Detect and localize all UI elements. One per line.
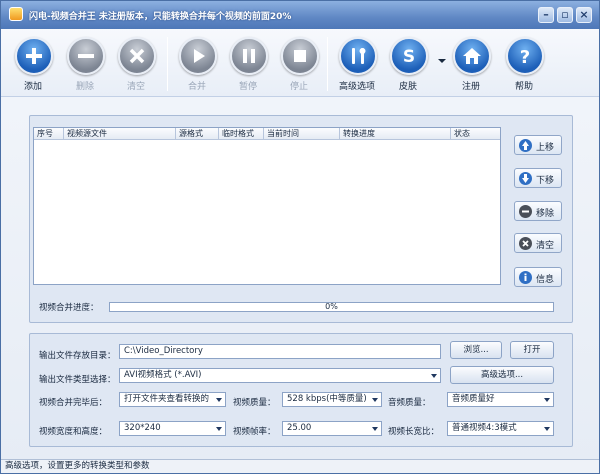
merge-progress-text: 0%	[325, 302, 338, 311]
window-title: 闪电-视频合并王 未注册版本，只能转换合并每个视频的前面20%	[29, 12, 292, 22]
skin-button[interactable]: S 皮肤	[382, 35, 434, 97]
column-header[interactable]: 当前时间	[264, 128, 340, 140]
register-label: 注册	[461, 82, 480, 92]
info-icon	[519, 271, 532, 284]
after-merge-select[interactable]: 打开文件夹查看转换的	[119, 392, 226, 407]
output-type-label: 输出文件类型选择：	[39, 375, 116, 385]
minimize-button[interactable]: –	[538, 7, 554, 23]
home-icon	[453, 37, 491, 75]
help-button[interactable]: ? 帮助	[498, 35, 550, 97]
stop-label: 停止	[289, 82, 308, 92]
tools-icon	[339, 37, 377, 75]
plus-icon	[15, 37, 53, 75]
x-circle-icon	[519, 237, 532, 250]
info-button[interactable]: 信息	[514, 267, 562, 287]
column-header[interactable]: 临时格式	[219, 128, 264, 140]
video-quality-value: 528 kbps(中等质量)	[287, 394, 367, 404]
move-down-label: 下移	[536, 176, 555, 186]
add-label: 添加	[23, 82, 42, 92]
svg-text:S: S	[403, 47, 415, 66]
minus-circle-icon	[519, 205, 532, 218]
skin-label: 皮肤	[398, 82, 417, 92]
skin-s-icon: S	[390, 37, 428, 75]
merge-progress-label: 视频合并进度：	[39, 303, 99, 313]
app-logo-icon	[9, 7, 23, 21]
chevron-down-icon	[213, 393, 225, 406]
audio-quality-value: 音频质量好	[452, 394, 495, 404]
audio-quality-select[interactable]: 音频质量好	[447, 392, 554, 407]
status-bar: 高级选项，设置更多的转换类型和参数	[1, 459, 599, 473]
pause-button[interactable]: 暂停	[222, 35, 274, 97]
clear-list-button[interactable]: 清空	[514, 233, 562, 253]
chevron-down-icon	[541, 393, 553, 406]
help-label: 帮助	[514, 82, 533, 92]
info-label: 信息	[536, 275, 555, 285]
open-button[interactable]: 打开	[510, 341, 554, 359]
video-quality-label: 视频质量：	[233, 398, 276, 408]
output-type-select[interactable]: AVI视频格式 (*.AVI)	[119, 368, 441, 383]
audio-quality-label: 音频质量：	[388, 398, 431, 408]
remove-button[interactable]: 移除	[514, 201, 562, 221]
frame-rate-value: 25.00	[287, 423, 312, 433]
file-list-header: 序号 视频源文件 源格式 临时格式 当前时间 转换进度 状态	[34, 128, 500, 140]
arrow-up-icon	[519, 139, 532, 152]
aspect-ratio-label: 视频长宽比：	[388, 427, 440, 437]
column-header[interactable]: 序号	[34, 128, 64, 140]
clear-button[interactable]: 清空	[110, 35, 162, 97]
move-up-label: 上移	[536, 143, 555, 153]
register-button[interactable]: 注册	[445, 35, 497, 97]
column-header[interactable]: 视频源文件	[64, 128, 176, 140]
clear-label: 清空	[126, 82, 145, 92]
restore-button[interactable]: ▫	[557, 7, 573, 23]
clear-list-label: 清空	[536, 241, 555, 251]
play-icon	[179, 37, 217, 75]
browse-button[interactable]: 浏览...	[450, 341, 502, 359]
pause-icon	[230, 37, 268, 75]
stop-button[interactable]: 停止	[273, 35, 325, 97]
remove-label: 移除	[536, 209, 555, 219]
after-merge-value: 打开文件夹查看转换的	[124, 394, 210, 404]
chevron-down-icon	[369, 422, 381, 435]
question-icon: ?	[506, 37, 544, 75]
minus-icon	[67, 37, 105, 75]
app-window: 闪电-视频合并王 未注册版本，只能转换合并每个视频的前面20% – ▫ × 添加…	[0, 0, 600, 474]
move-down-button[interactable]: 下移	[514, 168, 562, 188]
add-button[interactable]: 添加	[7, 35, 59, 97]
video-size-value: 320*240	[124, 423, 161, 433]
frame-rate-select[interactable]: 25.00	[282, 421, 382, 436]
advanced-options-dialog-button[interactable]: 高级选项...	[450, 366, 554, 384]
advanced-options-button[interactable]: 高级选项	[331, 35, 383, 97]
move-up-button[interactable]: 上移	[514, 135, 562, 155]
file-list[interactable]: 序号 视频源文件 源格式 临时格式 当前时间 转换进度 状态	[33, 127, 501, 285]
frame-rate-label: 视频帧率：	[233, 427, 276, 437]
chevron-down-icon	[213, 422, 225, 435]
close-button[interactable]: ×	[576, 7, 592, 23]
merge-progress-bar: 0%	[109, 302, 554, 312]
chevron-down-icon	[541, 422, 553, 435]
toolbar: 添加 删除 清空 合并 暂停 停止 高级选项 S 皮肤 注册 ? 帮助	[1, 29, 599, 97]
video-quality-select[interactable]: 528 kbps(中等质量)	[282, 392, 382, 407]
chevron-down-icon	[428, 369, 440, 382]
after-merge-label: 视频合并完毕后：	[39, 398, 108, 408]
aspect-ratio-select[interactable]: 普通视频4:3模式	[447, 421, 554, 436]
output-type-value: AVI视频格式 (*.AVI)	[124, 370, 202, 380]
column-header[interactable]: 源格式	[176, 128, 219, 140]
chevron-down-icon	[369, 393, 381, 406]
column-header[interactable]: 转换进度	[340, 128, 451, 140]
arrow-down-icon	[519, 172, 532, 185]
title-bar: 闪电-视频合并王 未注册版本，只能转换合并每个视频的前面20% – ▫ ×	[1, 1, 599, 29]
x-icon	[118, 37, 156, 75]
aspect-ratio-value: 普通视频4:3模式	[452, 423, 517, 433]
delete-button[interactable]: 删除	[59, 35, 111, 97]
stop-icon	[281, 37, 319, 75]
video-size-select[interactable]: 320*240	[119, 421, 226, 436]
column-header[interactable]: 状态	[451, 128, 500, 140]
merge-button[interactable]: 合并	[171, 35, 223, 97]
svg-text:?: ?	[520, 47, 530, 66]
video-size-label: 视频宽度和高度：	[39, 427, 108, 437]
output-dir-field[interactable]: C:\Video_Directory	[119, 344, 441, 359]
output-dir-label: 输出文件存放目录：	[39, 351, 116, 361]
